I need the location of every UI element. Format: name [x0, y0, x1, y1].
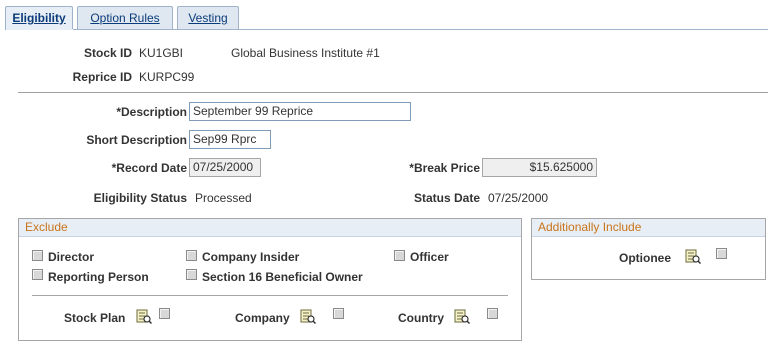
stock-plan-label: Stock Plan [64, 311, 126, 325]
country-checkbox[interactable] [487, 308, 498, 319]
short-description-field[interactable]: Sep99 Rprc [189, 130, 271, 149]
company-insider-label: Company Insider [202, 250, 300, 264]
reprice-id-label: Reprice ID [72, 70, 132, 84]
reprice-id-value: KURPC99 [139, 70, 195, 84]
company-checkbox[interactable] [333, 308, 344, 319]
optionee-checkbox[interactable] [716, 248, 727, 259]
eligibility-status-value: Processed [195, 191, 252, 205]
exclude-group-title: Exclude [19, 219, 521, 237]
section16-label: Section 16 Beneficial Owner [202, 270, 363, 284]
company-label: Company [235, 311, 290, 325]
status-date-value: 07/25/2000 [488, 191, 549, 205]
stock-id-label: Stock ID [83, 46, 132, 60]
break-price-label: *Break Price [409, 161, 480, 175]
officer-label: Officer [410, 250, 449, 264]
officer-checkbox[interactable] [394, 250, 405, 261]
description-field[interactable]: September 99 Reprice [189, 102, 411, 121]
short-description-label: Short Description [86, 133, 187, 147]
stock-name: Global Business Institute #1 [231, 46, 380, 60]
description-label: *Description [116, 105, 187, 119]
eligibility-status-label: Eligibility Status [93, 191, 187, 205]
stock-plan-prompt-icon[interactable] [136, 308, 152, 324]
reporting-person-label: Reporting Person [48, 270, 149, 284]
status-date-label: Status Date [413, 191, 480, 205]
additionally-include-title: Additionally Include [532, 219, 765, 237]
record-date-label: *Record Date [111, 161, 187, 175]
header-divider [18, 92, 768, 93]
tab-active-gap [6, 29, 73, 30]
stock-id-value: KU1GBI [139, 46, 184, 60]
break-price-field[interactable]: $15.625000 [482, 158, 597, 177]
reporting-person-checkbox[interactable] [32, 269, 43, 280]
tab-eligibility[interactable]: Eligibility [5, 6, 73, 30]
optionee-prompt-icon[interactable] [685, 248, 701, 264]
tab-vesting[interactable]: Vesting [177, 6, 239, 30]
additionally-include-group: Additionally Include Optionee [531, 218, 766, 280]
section16-checkbox[interactable] [186, 269, 197, 280]
company-insider-checkbox[interactable] [186, 250, 197, 261]
stock-plan-checkbox[interactable] [159, 308, 170, 319]
optionee-label: Optionee [619, 251, 672, 265]
country-prompt-icon[interactable] [454, 308, 470, 324]
tab-bar-border [5, 29, 768, 30]
director-label: Director [48, 250, 95, 264]
record-date-field[interactable]: 07/25/2000 [189, 158, 261, 177]
company-prompt-icon[interactable] [300, 308, 316, 324]
exclude-divider [32, 295, 508, 296]
country-label: Country [398, 311, 444, 325]
director-checkbox[interactable] [32, 250, 43, 261]
exclude-group: Exclude Director Company Insider Officer… [18, 218, 522, 341]
tab-option-rules[interactable]: Option Rules [77, 6, 173, 30]
